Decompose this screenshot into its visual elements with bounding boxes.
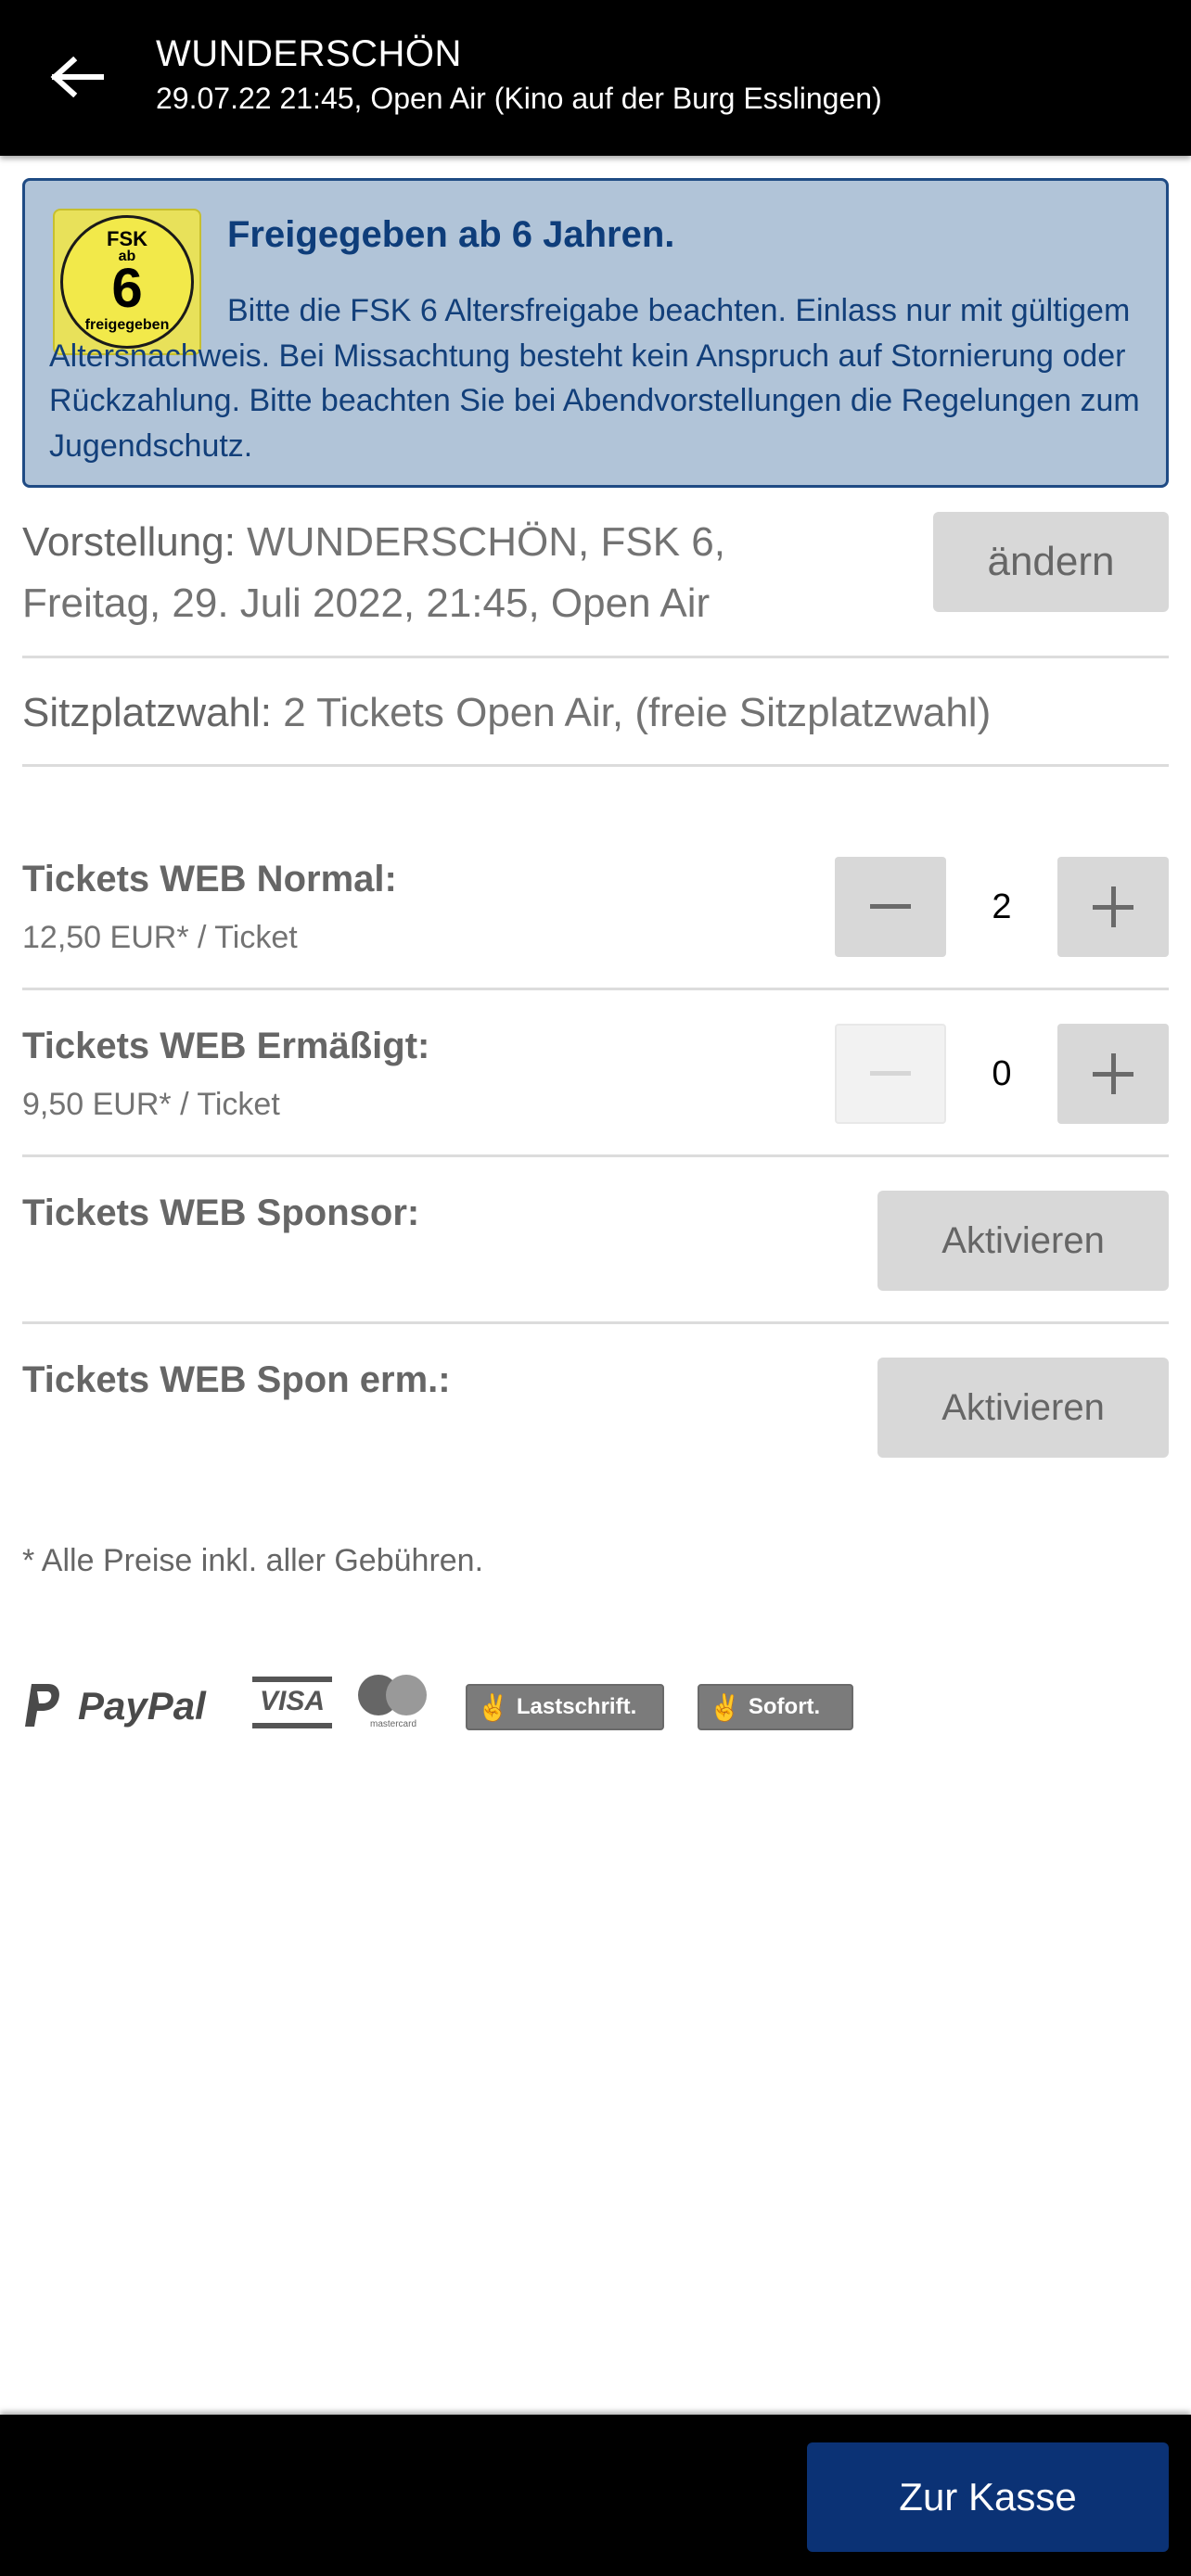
page-title: WUNDERSCHÖN	[156, 33, 462, 74]
visa-logo: VISA	[252, 1677, 332, 1728]
show-label: Vorstellung:	[22, 519, 236, 565]
bottom-bar: Zur Kasse	[0, 2415, 1191, 2576]
page-subtitle: 29.07.22 21:45, Open Air (Kino auf der B…	[156, 82, 882, 115]
paypal-label: PayPal	[78, 1684, 206, 1728]
ticket-sponsor-reduced-label: Tickets WEB Spon erm.:	[22, 1359, 451, 1400]
mastercard-circle-right	[386, 1675, 427, 1715]
paypal-icon	[25, 1684, 59, 1727]
seat-value: 2 Tickets Open Air, (freie Sitzplatzwahl…	[283, 690, 992, 735]
divider	[22, 1321, 1169, 1324]
mastercard-label: mastercard	[369, 1719, 416, 1729]
minus-icon	[870, 904, 911, 909]
ticket-sponsor-activate-button[interactable]: Aktivieren	[877, 1191, 1169, 1291]
plus-icon	[1093, 1053, 1133, 1094]
ticket-reduced-price: 9,50 EUR* / Ticket	[22, 1087, 280, 1122]
divider	[22, 988, 1169, 990]
ticket-normal-label: Tickets WEB Normal:	[22, 859, 397, 899]
ticket-reduced-increment-button[interactable]	[1057, 1024, 1169, 1124]
ticket-sponsor-reduced-activate-button[interactable]: Aktivieren	[877, 1358, 1169, 1458]
checkout-button[interactable]: Zur Kasse	[807, 2442, 1169, 2552]
visa-label: VISA	[259, 1686, 326, 1716]
ticket-reduced-label: Tickets WEB Ermäßigt:	[22, 1026, 430, 1066]
visa-bar-top	[252, 1677, 332, 1682]
victory-hand-icon: ✌	[477, 1692, 509, 1722]
ticket-normal-increment-button[interactable]	[1057, 857, 1169, 957]
seat-selection-info: Sitzplatzwahl: 2 Tickets Open Air, (frei…	[22, 682, 1169, 744]
fsk-heading: Freigegeben ab 6 Jahren.	[227, 214, 675, 255]
seat-label: Sitzplatzwahl:	[22, 690, 273, 735]
ticket-normal-decrement-button[interactable]	[835, 857, 946, 957]
ticket-normal-quantity: 2	[992, 886, 1012, 926]
sofort-label: Sofort.	[748, 1694, 821, 1719]
divider	[22, 764, 1169, 767]
divider	[22, 656, 1169, 658]
visa-bar-bottom	[252, 1723, 332, 1728]
payment-methods: PayPal VISA mastercard ✌ Lastschrift. ✌ …	[22, 1669, 950, 1743]
sofort-logo: ✌ Sofort.	[698, 1684, 853, 1730]
fsk-badge-top: FSK	[107, 227, 147, 250]
ticket-reduced-decrement-button[interactable]	[835, 1024, 946, 1124]
minus-icon	[870, 1071, 911, 1076]
lastschrift-logo: ✌ Lastschrift.	[466, 1684, 664, 1730]
divider	[22, 1154, 1169, 1157]
back-button[interactable]	[37, 41, 117, 113]
price-footnote: * Alle Preise inkl. aller Gebühren.	[22, 1543, 484, 1578]
show-info: Vorstellung: WUNDERSCHÖN, FSK 6, Freitag…	[22, 512, 857, 634]
fsk-text: Bitte die FSK 6 Altersfreigabe beachten.…	[49, 293, 1140, 464]
age-rating-notice: FSK ab 6 freigegeben Freigegeben ab 6 Ja…	[22, 178, 1169, 488]
app-header: WUNDERSCHÖN 29.07.22 21:45, Open Air (Ki…	[0, 0, 1191, 156]
ticket-sponsor-label: Tickets WEB Sponsor:	[22, 1192, 420, 1233]
arrow-left-icon	[50, 57, 104, 97]
change-show-button[interactable]: ändern	[933, 512, 1169, 612]
ticket-normal-price: 12,50 EUR* / Ticket	[22, 920, 298, 955]
lastschrift-label: Lastschrift.	[516, 1694, 637, 1719]
ticket-reduced-quantity: 0	[992, 1053, 1012, 1093]
paypal-logo: PayPal	[22, 1678, 206, 1734]
victory-hand-icon: ✌	[709, 1692, 741, 1722]
plus-icon	[1093, 886, 1133, 927]
mastercard-logo: mastercard	[358, 1675, 429, 1734]
